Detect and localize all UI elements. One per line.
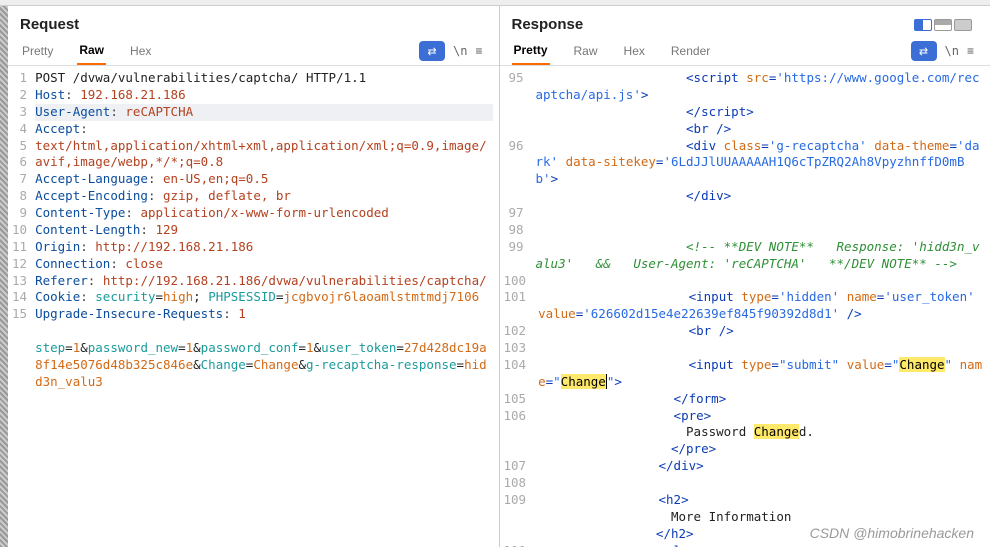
- newline-toggle[interactable]: \n: [453, 44, 467, 58]
- request-tabs: Pretty Raw Hex ⇄ \n ≡: [8, 37, 499, 66]
- actions-button-resp[interactable]: ⇄: [911, 41, 937, 61]
- tab-hex-resp[interactable]: Hex: [622, 38, 647, 64]
- layout-split-icon[interactable]: [914, 19, 932, 31]
- tab-render-resp[interactable]: Render: [669, 38, 712, 64]
- response-code[interactable]: 95 <script src='https://www.google.com/r…: [500, 66, 990, 547]
- actions-button[interactable]: ⇄: [419, 41, 445, 61]
- response-tabs: Pretty Raw Hex Render ⇄ \n ≡: [500, 37, 990, 66]
- tab-pretty[interactable]: Pretty: [20, 38, 55, 64]
- left-gutter: [0, 6, 8, 547]
- request-code[interactable]: 123456789101112131415 POST /dvwa/vulnera…: [8, 66, 499, 547]
- layout-full-icon[interactable]: [954, 19, 972, 31]
- layout-top-icon[interactable]: [934, 19, 952, 31]
- response-panel: Response Pretty Raw Hex Render ⇄ \n ≡ 95…: [500, 6, 990, 547]
- request-title: Request: [20, 16, 79, 33]
- menu-icon[interactable]: ≡: [475, 44, 482, 58]
- menu-icon-resp[interactable]: ≡: [967, 44, 974, 58]
- tab-hex[interactable]: Hex: [128, 38, 153, 64]
- tab-raw-resp[interactable]: Raw: [572, 38, 600, 64]
- tab-pretty-resp[interactable]: Pretty: [512, 37, 550, 65]
- newline-toggle-resp[interactable]: \n: [945, 44, 959, 58]
- response-title: Response: [512, 16, 584, 33]
- request-panel: Request Pretty Raw Hex ⇄ \n ≡ 1234567891…: [8, 6, 500, 547]
- tab-raw[interactable]: Raw: [77, 37, 106, 65]
- layout-toggles: [914, 19, 978, 31]
